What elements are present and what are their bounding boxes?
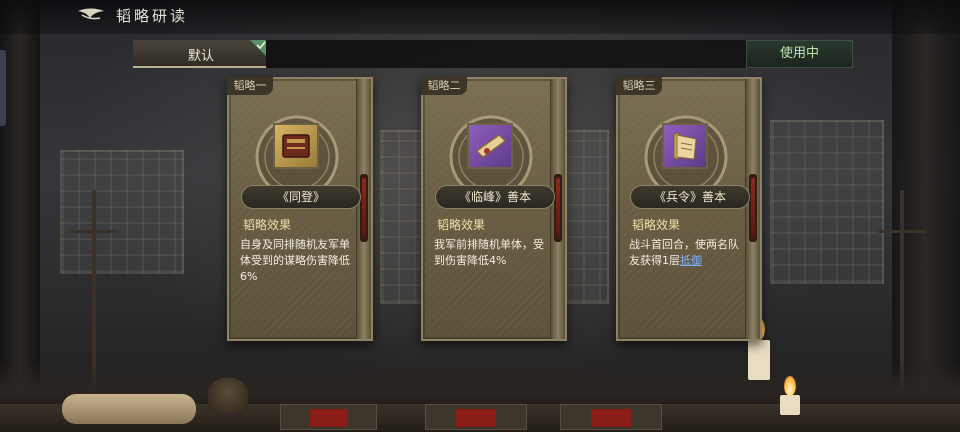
back-arrow-icon[interactable] bbox=[76, 6, 106, 24]
card-slot-label: 韬略三 bbox=[616, 77, 662, 95]
flame-icon bbox=[784, 376, 796, 396]
page-title: 韬略研读 bbox=[116, 7, 189, 25]
candle-icon bbox=[780, 395, 800, 415]
incense-burner-icon bbox=[208, 378, 248, 414]
strategy-card-3[interactable]: 韬略三 《兵令》善本 韬略效果 战斗首回合，使两名队友获得1层抵御 bbox=[616, 77, 762, 341]
strategy-card-1[interactable]: 韬略一 《同登》 韬略效果 自身及同排随机友军单体受到的谋略伤害降低6% bbox=[227, 77, 373, 341]
effect-label: 韬略效果 bbox=[437, 218, 486, 232]
effect-text: 战斗首回合，使两名队友获得1层抵御 bbox=[629, 237, 747, 269]
book-icon bbox=[273, 123, 319, 169]
tab-default-label: 默认 bbox=[188, 49, 215, 64]
scroll-bundle-icon bbox=[62, 394, 196, 424]
card-slot-label: 韬略一 bbox=[227, 77, 273, 95]
wall-window bbox=[60, 150, 184, 274]
effect-text: 我军前排随机单体，受到伤害降低4% bbox=[434, 238, 544, 267]
effect-label: 韬略效果 bbox=[243, 218, 292, 232]
wall-window bbox=[770, 120, 884, 284]
side-drawer-handle[interactable] bbox=[0, 50, 6, 126]
card-rail bbox=[745, 79, 760, 339]
effect-label: 韬略效果 bbox=[632, 218, 681, 232]
check-icon bbox=[250, 40, 266, 56]
strategy-card-2[interactable]: 韬略二 《临峰》善本 韬略效果 我军前排随机单体，受到伤害降低4% bbox=[421, 77, 567, 341]
card-rail bbox=[550, 79, 565, 339]
in-use-button[interactable]: 使用中 bbox=[746, 40, 853, 68]
title-bar: 韬略研读 bbox=[0, 0, 960, 34]
book-name: 《同登》 bbox=[241, 185, 361, 209]
wall-window bbox=[565, 130, 609, 304]
card-rail bbox=[356, 79, 371, 339]
tab-default[interactable]: 默认 bbox=[133, 40, 266, 68]
book-name: 《临峰》善本 bbox=[435, 185, 555, 209]
card-slot-label: 韬略二 bbox=[421, 77, 467, 95]
scroll-icon bbox=[662, 123, 708, 169]
scroll-icon bbox=[467, 123, 513, 169]
preset-tab-strip: 默认 bbox=[133, 40, 853, 68]
book-name: 《兵令》善本 bbox=[630, 185, 750, 209]
effect-keyword-link[interactable]: 抵御 bbox=[680, 254, 702, 267]
effect-text: 自身及同排随机友军单体受到的谋略伤害降低6% bbox=[240, 238, 350, 283]
candle-icon bbox=[748, 340, 770, 380]
wall-window bbox=[380, 130, 424, 304]
